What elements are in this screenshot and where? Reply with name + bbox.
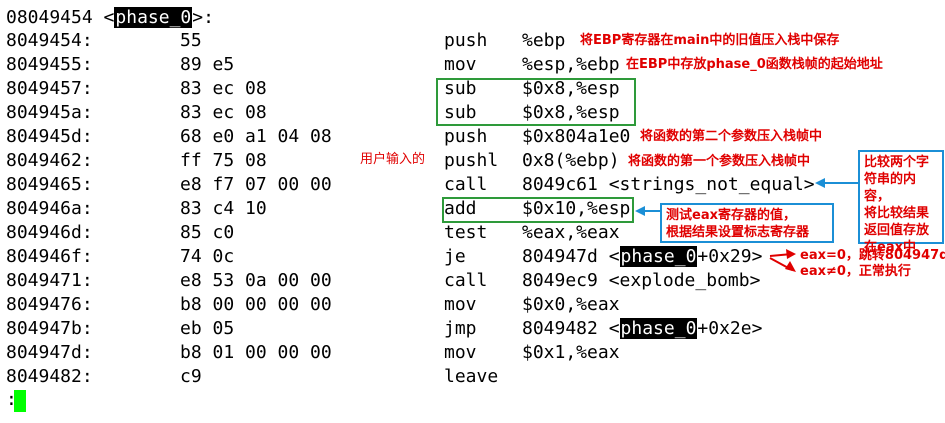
asm-mnemonic: mov	[444, 294, 477, 315]
asm-address: 8049462:	[6, 150, 93, 171]
asm-address: 8049482:	[6, 366, 93, 387]
asm-address: 8049465:	[6, 174, 93, 195]
asm-operand: %ebp	[522, 30, 566, 51]
function-name-highlight: phase_0	[114, 7, 193, 28]
asm-row[interactable]: 8049482: c9 leave	[0, 365, 945, 389]
asm-operand: $0x0,%eax	[522, 294, 620, 315]
annotation-eax-zero: eax=0，跳转804947d	[800, 248, 945, 263]
asm-mnemonic: leave	[444, 366, 499, 387]
asm-mnemonic: pushl	[444, 150, 499, 171]
annotation-push-arg2: 将函数的第二个参数压入栈帧中	[640, 129, 823, 144]
asm-row[interactable]: 8049476: b8 00 00 00 00 mov $0x0,%eax	[0, 293, 945, 317]
asm-bytes: 55	[180, 30, 202, 51]
sub-instructions-box	[436, 78, 636, 126]
asm-address: 804946a:	[6, 198, 93, 219]
annotation-user-input: 用户输入的	[360, 152, 426, 167]
asm-bytes: 83 ec 08	[180, 102, 267, 123]
arrow-to-test-icon	[635, 206, 661, 216]
terminal-cursor[interactable]	[14, 390, 26, 412]
asm-mnemonic: je	[444, 246, 466, 267]
asm-mnemonic: mov	[444, 342, 477, 363]
asm-bytes: e8 f7 07 00 00	[180, 174, 332, 195]
asm-operand: 8049c61 <strings_not_equal>	[522, 174, 815, 195]
asm-address: 8049476:	[6, 294, 93, 315]
asm-address: 804947b:	[6, 318, 93, 339]
asm-operand: %esp,%ebp	[522, 54, 620, 75]
asm-operand: $0x1,%eax	[522, 342, 620, 363]
asm-mnemonic: call	[444, 174, 488, 195]
asm-row[interactable]: 8049465: e8 f7 07 00 00 call 8049c61 <strin…	[0, 173, 945, 197]
asm-address: 804946f:	[6, 246, 93, 267]
asm-address: 804945a:	[6, 102, 93, 123]
asm-bytes: c9	[180, 366, 202, 387]
asm-address: 804947d:	[6, 342, 93, 363]
asm-address: 8049455:	[6, 54, 93, 75]
asm-bytes: 74 0c	[180, 246, 235, 267]
asm-mnemonic: jmp	[444, 318, 477, 339]
asm-operand: %eax,%eax	[522, 222, 620, 243]
asm-address: 8049454:	[6, 30, 93, 51]
add-instruction-box	[442, 197, 634, 223]
asm-mnemonic: call	[444, 270, 488, 291]
asm-bytes: b8 01 00 00 00	[180, 342, 332, 363]
asm-mnemonic: mov	[444, 54, 477, 75]
annotation-eax-nonzero: eax≠0，正常执行	[800, 264, 911, 279]
asm-mnemonic: push	[444, 126, 488, 147]
annotation-compare-box: 比较两个字 符串的内容， 将比较结果 返回值存放 在eax中	[858, 150, 944, 255]
asm-address: 8049457:	[6, 78, 93, 99]
function-header: 08049454 <phase_0>:	[6, 7, 214, 28]
annotation-test-box: 测试eax寄存器的值， 根据结果设置标志寄存器	[660, 203, 834, 243]
asm-row[interactable]: 804947b: eb 05 jmp 8049482 <phase_0+0x2e>	[0, 317, 945, 341]
asm-row[interactable]: 804947d: b8 01 00 00 00 mov $0x1,%eax	[0, 341, 945, 365]
asm-bytes: 85 c0	[180, 222, 235, 243]
asm-mnemonic: push	[444, 30, 488, 51]
asm-operand: 8049ec9 <explode_bomb>	[522, 270, 761, 291]
function-name-highlight: phase_0	[619, 318, 698, 339]
asm-operand: 0x8(%ebp)	[522, 150, 620, 171]
function-name-highlight: phase_0	[619, 246, 698, 267]
asm-bytes: e8 53 0a 00 00	[180, 270, 332, 291]
annotation-mov-ebp: 在EBP中存放phase_0函数栈帧的起始地址	[626, 57, 883, 72]
asm-address: 8049471:	[6, 270, 93, 291]
arrow-to-compare-icon	[815, 178, 859, 188]
asm-bytes: 83 c4 10	[180, 198, 267, 219]
asm-operand: 804947d <phase_0+0x29>	[522, 246, 763, 267]
asm-address: 804946d:	[6, 222, 93, 243]
arrow-je-icon	[769, 249, 796, 272]
asm-bytes: eb 05	[180, 318, 235, 339]
asm-mnemonic: test	[444, 222, 488, 243]
asm-bytes: b8 00 00 00 00	[180, 294, 332, 315]
asm-bytes: 68 e0 a1 04 08	[180, 126, 332, 147]
asm-operand: 8049482 <phase_0+0x2e>	[522, 318, 763, 339]
asm-address: 804945d:	[6, 126, 93, 147]
function-address: 08049454	[6, 7, 93, 28]
annotation-push-arg1: 将函数的第一个参数压入栈帧中	[628, 154, 811, 169]
asm-bytes: 89 e5	[180, 54, 235, 75]
asm-operand: $0x804a1e0	[522, 126, 631, 147]
annotation-push-ebp: 将EBP寄存器在main中的旧值压入栈中保存	[580, 33, 840, 48]
asm-bytes: 83 ec 08	[180, 78, 267, 99]
